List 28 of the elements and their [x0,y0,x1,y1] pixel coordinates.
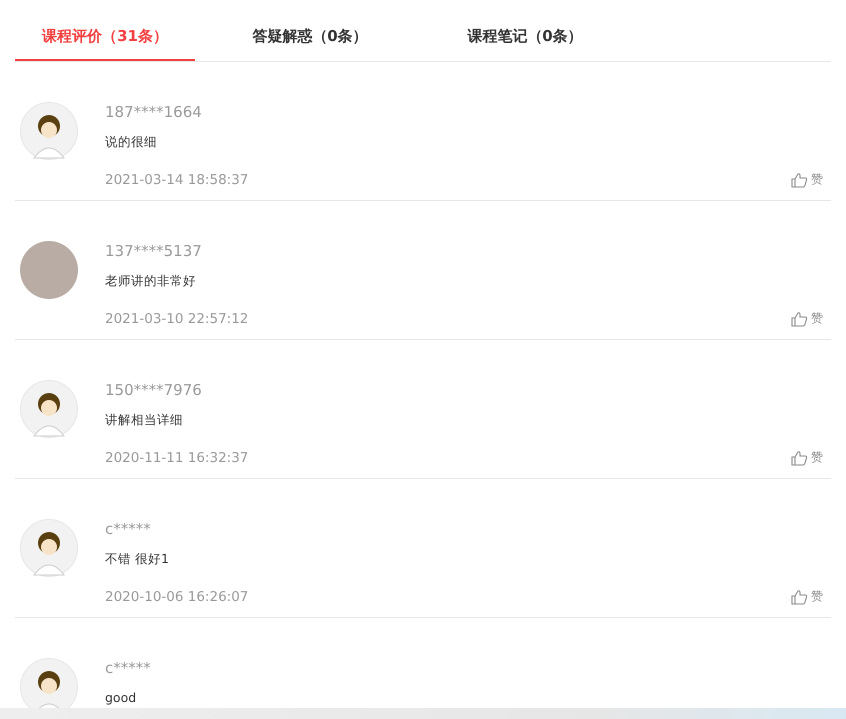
tab[interactable]: 课程笔记（0条） [425,0,625,61]
comment-time: 2021-03-14 18:58:37 [105,172,248,188]
thumbs-up-icon [791,172,808,188]
comment-text: 说的很细 [105,134,158,151]
like-button[interactable]: 赞 [791,310,831,327]
user-name: c***** [105,659,152,677]
thumbs-up-icon [791,310,808,326]
user-name: 150****7976 [105,381,203,399]
tab[interactable]: 课程评价（31条） [15,0,195,61]
comment-text: 老师讲的非常好 [105,273,197,290]
like-button[interactable]: 赞 [791,588,831,605]
like-button[interactable]: 赞 [791,171,831,188]
avatar-silhouette-icon [20,380,78,438]
thumbs-up-icon [791,450,808,466]
comment-text: 讲解相当详细 [105,412,184,429]
avatar-silhouette-icon [20,102,78,160]
thumbs-up-icon [791,588,808,604]
user-name: 137****5137 [105,242,203,260]
tab[interactable]: 答疑解惑（0条） [210,0,410,61]
comment-text: good [105,690,138,705]
user-name: c***** [105,520,152,538]
like-button[interactable]: 赞 [791,449,831,466]
avatar-silhouette-icon [20,519,78,577]
comment-time: 2020-10-06 16:26:07 [105,588,248,604]
comment-time: 2021-03-10 22:57:12 [105,310,248,326]
comment-time: 2020-11-11 16:32:37 [105,450,248,466]
comment-text: 不错 很好1 [105,551,170,568]
user-name: 187****1664 [105,103,203,121]
